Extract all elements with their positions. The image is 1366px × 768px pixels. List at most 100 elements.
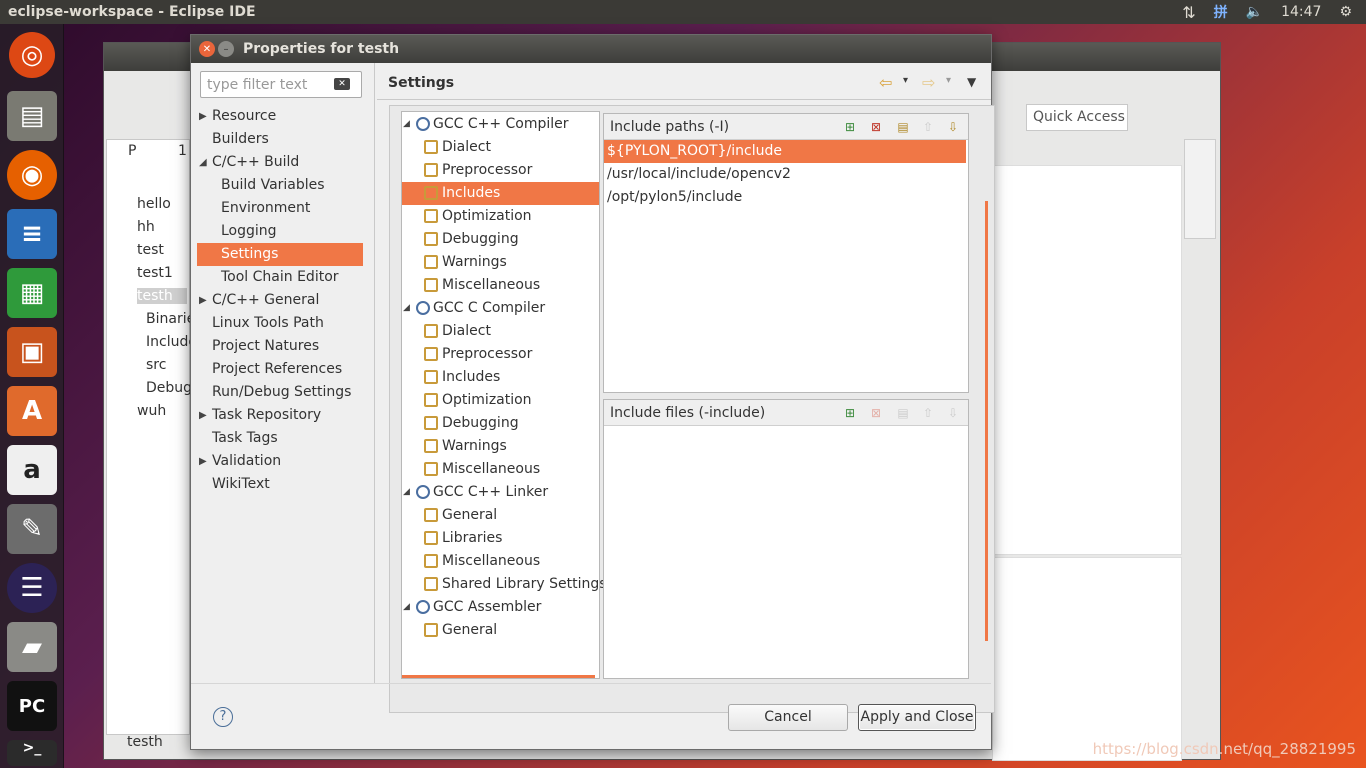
nav-item[interactable]: Task Tags <box>197 427 363 450</box>
nav-item[interactable]: Run/Debug Settings <box>197 381 363 404</box>
include-path-item[interactable]: /opt/pylon5/include <box>604 186 966 209</box>
tool-item[interactable]: Warnings <box>402 435 599 458</box>
tree-item[interactable]: Binarie <box>146 311 195 327</box>
move-up-icon[interactable]: ⇧ <box>920 119 936 135</box>
writer-icon[interactable]: ≡ <box>7 209 57 259</box>
tree-item[interactable]: wuh <box>137 403 166 419</box>
forward-menu-icon[interactable]: ▾ <box>946 75 951 86</box>
collapse-icon[interactable]: ◢ <box>403 481 410 504</box>
nav-item[interactable]: Environment <box>197 197 363 220</box>
settings-icon[interactable]: ✎ <box>7 504 57 554</box>
tool-item[interactable]: Miscellaneous <box>402 274 599 297</box>
view-menu-icon[interactable]: ▼ <box>967 75 976 89</box>
back-arrow-icon[interactable]: ⇦ <box>879 73 892 92</box>
volume-icon[interactable]: 🔈 <box>1246 4 1263 20</box>
tool-item[interactable]: Debugging <box>402 228 599 251</box>
tree-item[interactable]: src <box>146 357 166 373</box>
nav-item[interactable]: Builders <box>197 128 363 151</box>
include-path-item[interactable]: ${PYLON_ROOT}/include <box>604 140 966 163</box>
cancel-button[interactable]: Cancel <box>728 704 848 731</box>
tool-group[interactable]: ◢ GCC C Compiler <box>402 297 599 320</box>
expand-icon[interactable]: ▶ <box>199 404 207 427</box>
input-method-icon[interactable]: 拼 <box>1214 2 1228 22</box>
collapse-icon[interactable]: ◢ <box>403 297 410 320</box>
nav-item[interactable]: Resource ▶ <box>197 105 363 128</box>
pycharm-icon[interactable]: PC <box>7 681 57 731</box>
expand-icon[interactable]: ▶ <box>199 105 207 128</box>
nav-item[interactable]: Linux Tools Path <box>197 312 363 335</box>
amazon-icon[interactable]: a <box>7 445 57 495</box>
tool-item[interactable]: Optimization <box>402 389 599 412</box>
tree-item[interactable]: testh <box>137 288 187 304</box>
tool-item[interactable]: Dialect <box>402 136 599 159</box>
quick-access-field[interactable]: Quick Access <box>1026 104 1128 131</box>
clear-filter-icon[interactable]: ✕ <box>334 78 350 90</box>
tool-item[interactable]: Preprocessor <box>402 343 599 366</box>
tool-item[interactable]: General <box>402 619 599 642</box>
tool-tree-scrollbar[interactable] <box>402 675 595 678</box>
eclipse-icon[interactable]: ☰ <box>7 563 57 613</box>
tool-item[interactable]: Shared Library Settings <box>402 573 607 596</box>
nav-item[interactable]: Validation ▶ <box>197 450 363 473</box>
delete-icon[interactable]: ⊠ <box>868 119 884 135</box>
install-icon[interactable]: ▰ <box>7 622 57 672</box>
firefox-icon[interactable]: ◉ <box>7 150 57 200</box>
back-menu-icon[interactable]: ▾ <box>903 75 908 86</box>
impress-icon[interactable]: ▣ <box>7 327 57 377</box>
nav-item[interactable]: Settings <box>197 243 363 266</box>
tool-group[interactable]: ◢ GCC C++ Compiler <box>402 113 599 136</box>
collapse-icon[interactable]: ◢ <box>199 151 207 174</box>
nav-item[interactable]: WikiText <box>197 473 363 496</box>
nav-item[interactable]: Tool Chain Editor <box>197 266 363 289</box>
tool-item[interactable]: Preprocessor <box>402 159 599 182</box>
tool-group[interactable]: ◢ GCC Assembler <box>402 596 599 619</box>
tool-item[interactable]: Debugging <box>402 412 599 435</box>
nav-item[interactable]: Logging <box>197 220 363 243</box>
gear-icon[interactable]: ⚙ <box>1339 4 1352 20</box>
settings-scrollbar[interactable] <box>985 201 988 641</box>
tool-group[interactable]: ◢ GCC C++ Linker <box>402 481 599 504</box>
tool-item[interactable]: General <box>402 504 599 527</box>
add-file-icon[interactable]: ⊞ <box>842 405 858 421</box>
nav-item[interactable]: Project References <box>197 358 363 381</box>
tree-item[interactable]: test1 <box>137 265 173 281</box>
software-icon[interactable]: A <box>7 386 57 436</box>
explorer-tab[interactable]: P <box>128 143 136 159</box>
network-icon[interactable]: ⇅ <box>1182 3 1195 22</box>
tool-item[interactable]: Includes <box>402 366 599 389</box>
forward-arrow-icon[interactable]: ⇨ <box>922 73 935 92</box>
ubuntu-icon[interactable]: ◎ <box>9 32 55 78</box>
tree-item[interactable]: Debug <box>146 380 192 396</box>
expand-icon[interactable]: ▶ <box>199 289 207 312</box>
tool-item[interactable]: Warnings <box>402 251 599 274</box>
tool-item[interactable]: Optimization <box>402 205 599 228</box>
tool-item[interactable]: Includes <box>402 182 599 205</box>
edit-icon[interactable]: ▤ <box>895 119 911 135</box>
tree-item[interactable]: hh <box>137 219 155 235</box>
files-icon[interactable]: ▤ <box>7 91 57 141</box>
nav-item[interactable]: Task Repository ▶ <box>197 404 363 427</box>
tool-item[interactable]: Miscellaneous <box>402 458 599 481</box>
terminal-icon[interactable]: >_ <box>7 740 57 766</box>
collapse-icon[interactable]: ◢ <box>403 113 410 136</box>
minimize-icon[interactable]: – <box>218 41 234 57</box>
tool-item[interactable]: Libraries <box>402 527 599 550</box>
calc-icon[interactable]: ▦ <box>7 268 57 318</box>
include-path-item[interactable]: /usr/local/include/opencv2 <box>604 163 966 186</box>
collapse-icon[interactable]: ◢ <box>403 596 410 619</box>
clock[interactable]: 14:47 <box>1281 4 1321 20</box>
apply-and-close-button[interactable]: Apply and Close <box>858 704 976 731</box>
nav-item[interactable]: C/C++ General ▶ <box>197 289 363 312</box>
explorer-tab2[interactable]: 1 <box>178 143 187 159</box>
close-icon[interactable]: ✕ <box>199 41 215 57</box>
tool-item[interactable]: Miscellaneous <box>402 550 599 573</box>
add-icon[interactable]: ⊞ <box>842 119 858 135</box>
expand-icon[interactable]: ▶ <box>199 450 207 473</box>
tree-item[interactable]: test <box>137 242 164 258</box>
nav-item[interactable]: Project Natures <box>197 335 363 358</box>
tool-item[interactable]: Dialect <box>402 320 599 343</box>
nav-item[interactable]: C/C++ Build ◢ <box>197 151 363 174</box>
tree-item[interactable]: hello <box>137 196 171 212</box>
nav-item[interactable]: Build Variables <box>197 174 363 197</box>
move-down-icon[interactable]: ⇩ <box>945 119 961 135</box>
